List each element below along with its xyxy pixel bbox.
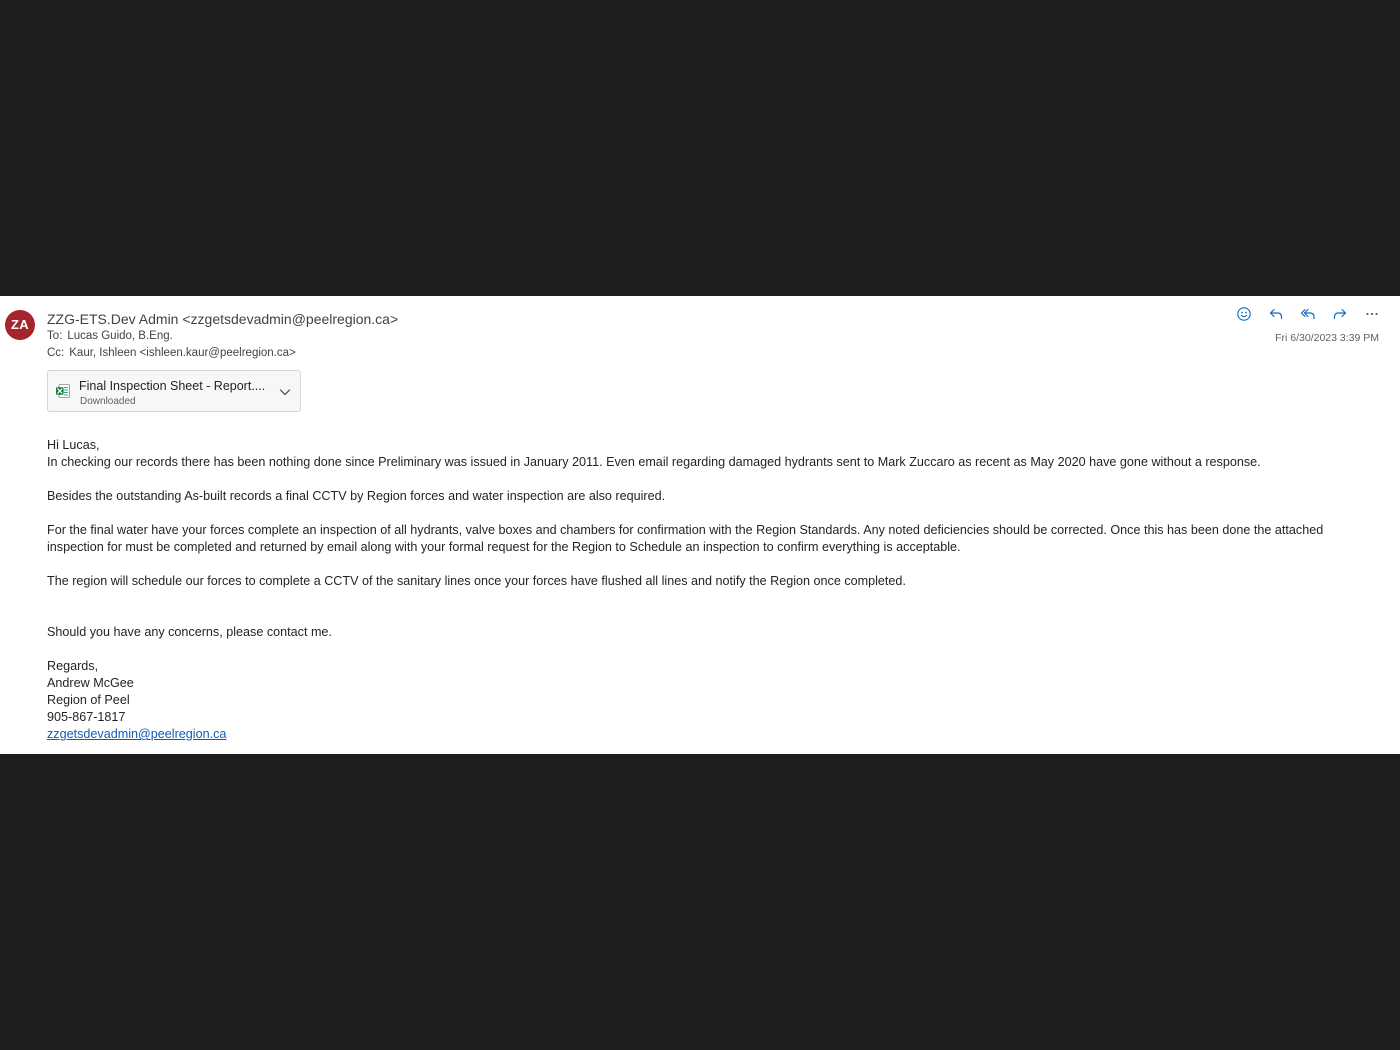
sender-display[interactable]: ZZG-ETS.Dev Admin <zzgetsdevadmin@peelre… (47, 311, 398, 327)
signoff: Regards, (47, 659, 99, 673)
body-paragraph-4: The region will schedule our forces to c… (47, 574, 906, 588)
greeting: Hi Lucas, (47, 438, 100, 452)
forward-icon (1333, 308, 1347, 320)
body-paragraph-1: In checking our records there has been n… (47, 455, 1261, 469)
emoji-react-icon (1237, 307, 1251, 321)
reply-button[interactable] (1266, 304, 1286, 324)
body-paragraph-3: For the final water have your forces com… (47, 523, 1324, 554)
attachment-status: Downloaded (80, 396, 136, 407)
body-paragraph-5: Should you have any concerns, please con… (47, 625, 332, 639)
body-paragraph-2: Besides the outstanding As-built records… (47, 489, 666, 503)
excel-file-icon (56, 384, 70, 398)
to-recipient[interactable]: Lucas Guido, B.Eng. (67, 330, 172, 342)
cc-row: Cc: Kaur, Ishleen <ishleen.kaur@peelregio… (47, 347, 296, 359)
more-actions-button[interactable] (1362, 304, 1382, 324)
signature-phone: 905-867-1817 (47, 710, 126, 724)
forward-button[interactable] (1330, 304, 1350, 324)
reply-all-button[interactable] (1298, 304, 1318, 324)
cc-label: Cc: (47, 347, 65, 359)
cc-recipient[interactable]: Kaur, Ishleen <ishleen.kaur@peelregion.c… (69, 347, 296, 359)
signature-name: Andrew McGee (47, 676, 134, 690)
chevron-down-icon[interactable] (278, 385, 292, 399)
more-icon (1366, 313, 1378, 315)
signature-org: Region of Peel (47, 693, 130, 707)
emoji-react-button[interactable] (1234, 304, 1254, 324)
to-label: To: (47, 330, 63, 342)
message-actions (1234, 304, 1382, 324)
attachment-card[interactable]: Final Inspection Sheet - Report.... Down… (47, 370, 301, 412)
reply-icon (1269, 308, 1283, 320)
signature-email-link[interactable]: zzgetsdevadmin@peelregion.ca (47, 727, 226, 741)
reply-all-icon (1300, 308, 1315, 320)
sender-avatar[interactable]: ZA (5, 310, 35, 340)
to-row: To: Lucas Guido, B.Eng. (47, 330, 173, 342)
message-date: Fri 6/30/2023 3:39 PM (1275, 332, 1379, 344)
message-body: Hi Lucas, In checking our records there … (47, 437, 1367, 743)
attachment-name: Final Inspection Sheet - Report.... (79, 379, 266, 393)
email-reading-pane: ZA ZZG-ETS.Dev Admin <zzgetsdevadmin@pee… (0, 296, 1400, 754)
